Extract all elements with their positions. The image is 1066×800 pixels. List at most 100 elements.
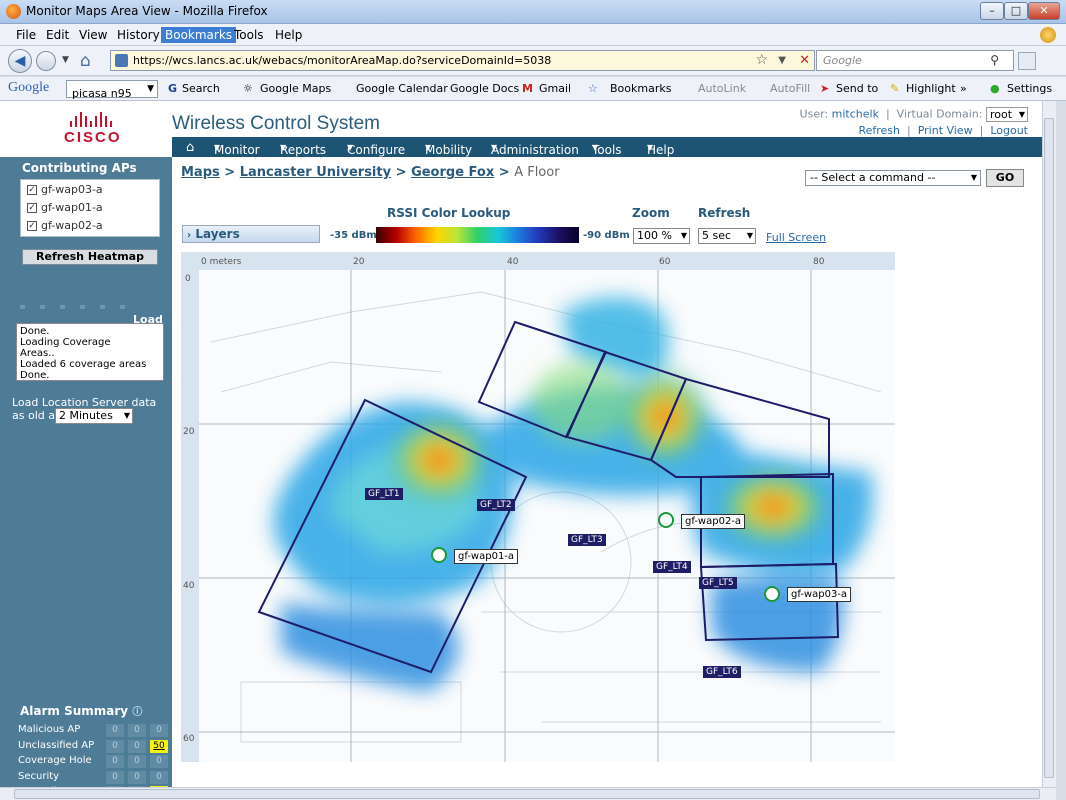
minimize-button[interactable]: –	[980, 2, 1004, 20]
access-point-icon[interactable]	[658, 512, 674, 528]
gbar-bookmarks[interactable]: Bookmarks	[610, 82, 671, 95]
print-view-link[interactable]: Print View	[918, 124, 973, 137]
ap-item[interactable]: ✓ gf-wap02-a	[27, 219, 103, 232]
gbar-highlight[interactable]: Highlight	[906, 82, 956, 95]
gbar-docs[interactable]: Google Docs	[450, 82, 519, 95]
alarm-summary: Alarm Summary ⓘ Malicious AP 0 0 0 Unclassif…	[10, 703, 172, 787]
gbar-settings[interactable]: Settings	[1007, 82, 1052, 95]
send-icon: ➤	[820, 82, 830, 95]
search-icon[interactable]: ⚲	[990, 51, 999, 70]
alarm-summary-title: Alarm Summary ⓘ	[20, 704, 143, 718]
forward-button[interactable]	[36, 51, 56, 71]
user-name-link[interactable]: mitchelk	[832, 108, 879, 121]
menu-bookmarks[interactable]: Bookmarks	[161, 27, 237, 43]
zone-label[interactable]: GF_LT6	[703, 666, 741, 678]
google-search-box[interactable]: picasa n95 ▼	[66, 80, 158, 100]
nav-administration[interactable]: Administration ▾	[491, 140, 579, 157]
ap-label[interactable]: gf-wap01-a	[454, 549, 519, 564]
horizontal-scroll-thumb[interactable]	[14, 789, 1040, 799]
horizontal-scrollbar[interactable]	[0, 787, 1056, 800]
page-menu-icon[interactable]	[1018, 52, 1036, 70]
zone-label[interactable]: GF_LT5	[699, 577, 737, 589]
menu-help[interactable]: Help	[271, 27, 306, 43]
gbar-calendar[interactable]: Google Calendar	[356, 82, 448, 95]
zone-label[interactable]: GF_LT2	[477, 499, 515, 511]
alarm-row: Malicious AP 0 0 0	[10, 723, 172, 738]
menu-bar: File Edit View History Bookmarks Tools H…	[0, 24, 1066, 46]
gbar-search[interactable]: Search	[182, 82, 220, 95]
full-screen-link[interactable]: Full Screen	[766, 231, 826, 244]
location-age-select[interactable]: 2 Minutes ▼	[55, 408, 133, 424]
back-button[interactable]: ◀	[8, 49, 32, 73]
highlight-icon: ✎	[890, 82, 900, 95]
url-dropdown-icon[interactable]: ▼	[778, 51, 786, 70]
loading-dots	[20, 305, 140, 309]
go-button[interactable]: GO	[986, 169, 1024, 187]
ap-list: ✓ gf-wap03-a ✓ gf-wap01-a ✓ gf-wap02-a	[20, 179, 160, 237]
search-field[interactable]: Google ⚲	[816, 50, 1014, 71]
ap-label[interactable]: gf-wap03-a	[787, 587, 852, 602]
menu-tools[interactable]: Tools	[230, 27, 268, 43]
floor-map[interactable]: 0 meters 20 40 60 80 0 20 40 60 GF_LT1 G…	[181, 252, 895, 762]
home-icon[interactable]: ⌂	[80, 51, 91, 71]
vdomain-select[interactable]: root ▼	[986, 107, 1028, 122]
alarm-name: Malicious AP	[18, 724, 81, 735]
command-select[interactable]: -- Select a command -- ▼	[805, 170, 981, 186]
layers-toggle[interactable]: › Layers	[182, 225, 320, 243]
menu-history[interactable]: History	[113, 27, 164, 43]
app-title: Wireless Control System	[172, 113, 380, 134]
alarm-name: Coverage Hole	[18, 755, 92, 766]
navigation-toolbar: ◀ ▼ ⌂ https://wcs.lancs.ac.uk/webacs/mon…	[0, 46, 1066, 76]
sidebar: Contributing APs ✓ gf-wap03-a ✓ gf-wap01-a…	[0, 157, 172, 787]
maximize-button[interactable]: □	[1004, 2, 1028, 20]
gbar-autolink[interactable]: AutoLink	[698, 82, 746, 95]
zone-label[interactable]: GF_LT1	[365, 488, 403, 500]
access-point-icon[interactable]	[764, 586, 780, 602]
zone-label[interactable]: GF_LT4	[653, 561, 691, 573]
logout-link[interactable]: Logout	[990, 124, 1028, 137]
refresh-select[interactable]: 5 sec ▼	[698, 228, 756, 244]
google-logo[interactable]: Google	[8, 80, 49, 96]
star-bookmark-icon[interactable]: ☆	[755, 51, 768, 70]
nav-reports[interactable]: Reports ▾	[280, 140, 326, 157]
nav-tools[interactable]: Tools ▾	[592, 140, 622, 157]
breadcrumb-maps[interactable]: Maps	[181, 165, 220, 180]
gbar-autofill[interactable]: AutoFill	[770, 82, 810, 95]
nav-help[interactable]: Help ▾	[647, 140, 674, 157]
ap-item[interactable]: ✓ gf-wap01-a	[27, 201, 103, 214]
alarm-count: 0	[150, 724, 168, 737]
gbar-sendto[interactable]: Send to	[836, 82, 878, 95]
access-point-icon[interactable]	[431, 547, 447, 563]
zone-label[interactable]: GF_LT3	[568, 534, 606, 546]
close-window-button[interactable]: ✕	[1028, 2, 1060, 20]
breadcrumb-building[interactable]: George Fox	[411, 165, 494, 180]
menu-edit[interactable]: Edit	[42, 27, 73, 43]
ap-item[interactable]: ✓ gf-wap03-a	[27, 183, 103, 196]
stop-icon[interactable]: ✕	[799, 51, 810, 70]
rssi-min: -35 dBm	[330, 230, 377, 241]
firefox-icon	[6, 4, 21, 19]
alarm-count: 0	[106, 755, 124, 768]
rssi-max: -90 dBm	[583, 230, 630, 241]
ap-label[interactable]: gf-wap02-a	[681, 514, 746, 529]
menu-view[interactable]: View	[75, 27, 111, 43]
nav-monitor[interactable]: Monitor ▾	[214, 140, 260, 157]
alarm-count: 0	[128, 739, 146, 753]
contributing-aps-title: Contributing APs	[22, 161, 137, 175]
gbar-maps[interactable]: Google Maps	[260, 82, 331, 95]
home-nav-icon[interactable]: ⌂	[186, 140, 194, 155]
alarm-count: 0	[106, 724, 124, 737]
nav-mobility[interactable]: Mobility ▾	[425, 140, 472, 157]
alarm-count[interactable]: 50	[150, 739, 168, 753]
breadcrumb-campus[interactable]: Lancaster University	[240, 165, 391, 180]
menu-file[interactable]: File	[12, 27, 40, 43]
nav-configure[interactable]: Configure ▾	[347, 140, 405, 157]
history-dropdown-icon[interactable]: ▼	[62, 55, 69, 65]
gbar-overflow[interactable]: »	[960, 82, 967, 95]
refresh-heatmap-button[interactable]: Refresh Heatmap	[22, 249, 158, 265]
vertical-scroll-thumb[interactable]	[1044, 118, 1054, 778]
url-field[interactable]: https://wcs.lancs.ac.uk/webacs/monitorAr…	[110, 50, 815, 71]
zoom-select[interactable]: 100 % ▼	[633, 228, 690, 244]
refresh-link[interactable]: Refresh	[858, 124, 900, 137]
gbar-gmail[interactable]: Gmail	[539, 82, 571, 95]
